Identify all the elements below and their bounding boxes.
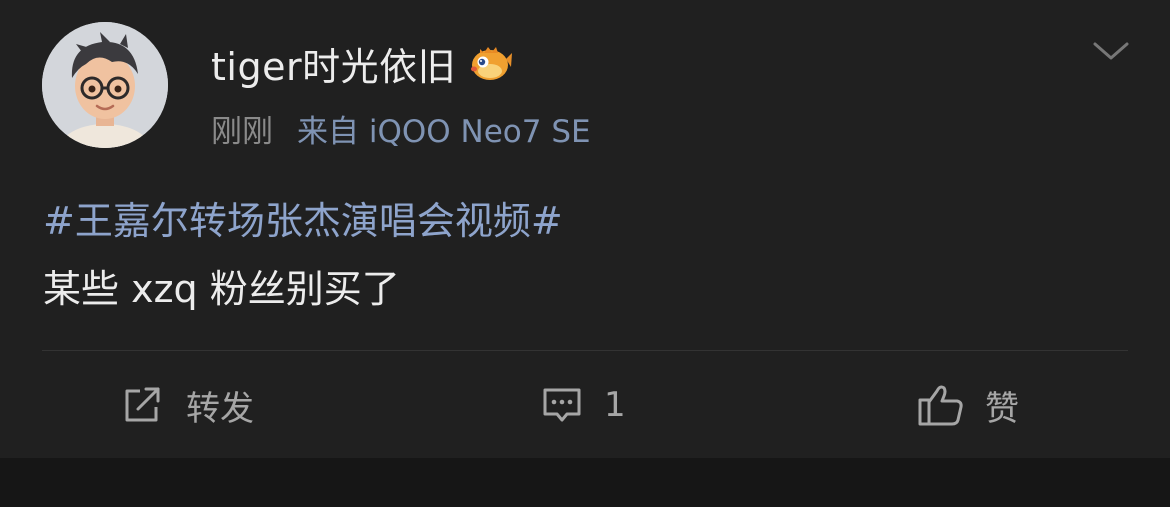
repost-label: 转发 (186, 388, 254, 429)
thumbs-up-icon (918, 385, 963, 426)
hashtag-link[interactable]: #王嘉尔转场张杰演唱会视频# (43, 190, 563, 245)
post-meta: 刚刚 来自 iQOO Neo7 SE (211, 106, 591, 151)
device-source[interactable]: 来自 iQOO Neo7 SE (297, 106, 591, 151)
post-card: tiger时光依旧 刚刚 来自 iQOO Neo7 SE #王嘉尔转场张杰演唱会… (0, 0, 1170, 458)
repost-button[interactable]: 转发 (122, 378, 254, 432)
share-out-icon (125, 387, 160, 422)
avatar-image (42, 22, 168, 148)
comment-count: 1 (604, 385, 626, 425)
username[interactable]: tiger时光依旧 (211, 36, 456, 91)
post-text: 某些 xzq 粉丝别买了 (43, 267, 400, 311)
divider (42, 350, 1128, 351)
bottom-gap (0, 458, 1170, 507)
comment-bubble-icon (543, 388, 581, 422)
like-button[interactable]: 赞 (917, 378, 1019, 432)
timestamp: 刚刚 (211, 113, 273, 150)
username-row: tiger时光依旧 (211, 36, 513, 91)
avatar[interactable] (42, 22, 168, 148)
pufferfish-badge-icon[interactable] (466, 41, 513, 85)
like-label: 赞 (985, 388, 1019, 429)
chevron-down-icon[interactable] (1092, 36, 1130, 66)
comment-button[interactable]: 1 (540, 378, 626, 432)
